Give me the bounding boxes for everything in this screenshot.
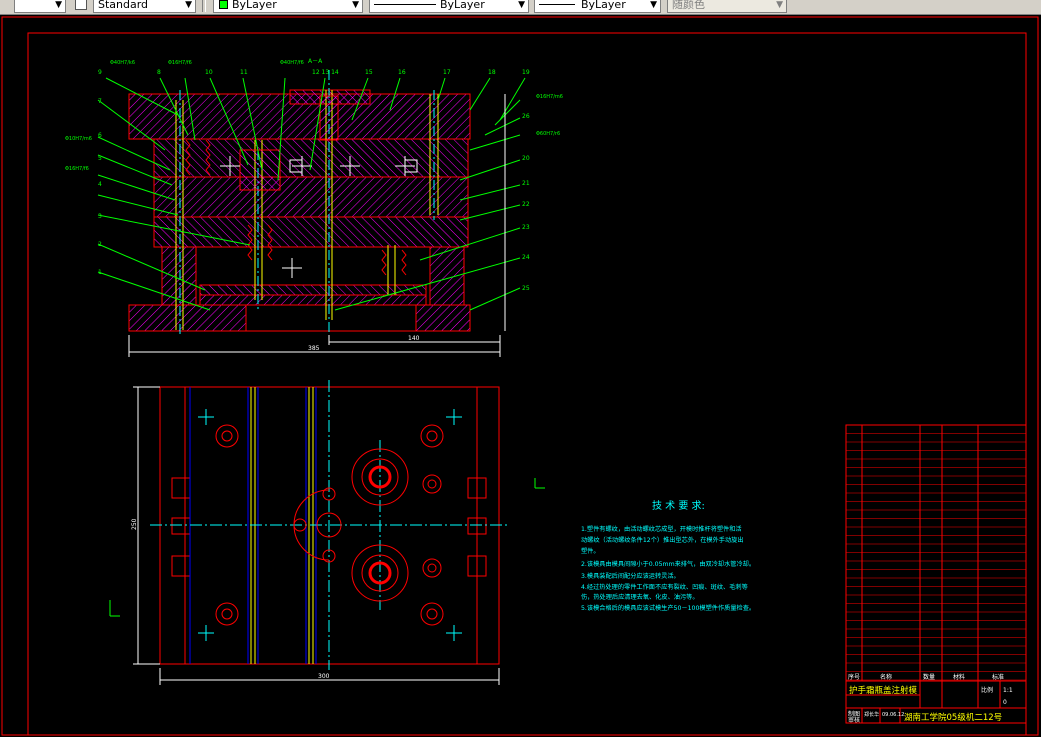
dim-half: 140 — [408, 335, 420, 342]
plotstyle-dropdown: 随颜色 ▼ — [667, 0, 787, 13]
date: 09.06.12 — [882, 712, 904, 718]
part-num: 4 — [98, 181, 102, 188]
spacer-block-right — [429, 246, 465, 306]
plan-view: 300 250 — [109, 380, 545, 685]
section-label: A－A — [308, 58, 323, 65]
part-num: 21 — [522, 180, 530, 187]
lineweight-dropdown[interactable]: ByLayer ▼ — [534, 0, 661, 13]
cavity-insert — [239, 149, 281, 191]
part-num: 17 — [443, 69, 451, 76]
part-num: 12 13 14 — [312, 69, 339, 76]
tech-item: 3.模具装配后间配分应该运转灵活。 — [581, 572, 680, 580]
col-qty: 数量 — [923, 673, 935, 681]
tech-item: 4.经过热处理的零件工作面不应有裂纹、凹痕、斑纹、毛刺等 — [581, 583, 748, 591]
part-num: 10 — [205, 69, 213, 76]
properties-toolbar: ▼ Standard ▼ ByLayer ▼ ByLayer ▼ ByLayer… — [0, 0, 1041, 15]
drawer: 郑长华 — [864, 711, 879, 718]
product-name: 护手霜瓶盖注射模 — [849, 685, 918, 696]
part-num: 8 — [157, 69, 161, 76]
text-style-value: Standard — [98, 0, 149, 11]
color-swatch — [219, 0, 228, 9]
bottom-clamp-opening — [245, 304, 417, 332]
school: 湖南工学院05级机二12号 — [904, 712, 1002, 723]
tech-title: 技 术 要 求: — [652, 499, 705, 512]
part-num: 11 — [240, 69, 248, 76]
part-num: 25 — [522, 285, 530, 292]
fit-label: Φ16H7/f6 — [168, 60, 192, 66]
text-style-icon[interactable] — [75, 0, 87, 10]
col-name: 名称 — [880, 673, 892, 681]
chevron-down-icon[interactable]: ▼ — [650, 0, 657, 12]
tech-item: 伤，热处理后应清理去氧、化皮、油污等。 — [581, 593, 699, 601]
tech-item: 1.塑件有螺纹，由活动螺纹芯成型，开模时推杆将塑件和活 — [581, 525, 742, 533]
fit-label: Φ40H7/k6 — [110, 60, 135, 66]
part-num: 23 — [522, 224, 530, 231]
moving-plate — [153, 176, 469, 218]
sprue-bushing — [319, 95, 339, 141]
parts-list: 序号 名称 数量 材料 标准 护手霜瓶盖注射模 比例 1:1 0 制图 审核 郑… — [845, 424, 1027, 724]
part-num: 5 — [98, 155, 102, 162]
fit-label: Φ16H7/f6 — [65, 166, 89, 172]
sheet-no: 0 — [1003, 699, 1007, 706]
tech-item: 2.该模具由模具间隙小于0.05mm来排气，由双冷却水管冷却。 — [581, 560, 755, 568]
chevron-down-icon[interactable]: ▼ — [185, 0, 192, 12]
part-num: 22 — [522, 201, 530, 208]
separator — [202, 0, 206, 12]
text-style-dropdown[interactable]: Standard ▼ — [93, 0, 196, 13]
part-num: 3 — [98, 213, 102, 220]
color-dropdown[interactable]: ByLayer ▼ — [213, 0, 363, 13]
part-num: 18 — [488, 69, 496, 76]
tech-item: 动螺纹（活动螺纹条件12个）推出型芯外，在模外手动旋出 — [581, 536, 744, 544]
spacer-block-left — [161, 246, 197, 306]
part-num: 2 — [98, 241, 102, 248]
fixed-plate — [153, 138, 469, 178]
chevron-down-icon[interactable]: ▼ — [55, 0, 62, 12]
part-num: 15 — [365, 69, 373, 76]
drawing-canvas[interactable]: 9 8 10 11 12 13 14 15 16 17 18 19 7 6 5 … — [0, 15, 1041, 737]
plotstyle-value: 随颜色 — [672, 0, 705, 11]
section-view: 9 8 10 11 12 13 14 15 16 17 18 19 7 6 5 … — [65, 58, 563, 357]
fit-label: Φ10H7/m6 — [65, 136, 92, 142]
technical-requirements: 技 术 要 求: 1.塑件有螺纹，由活动螺纹芯成型，开模时推杆将塑件和活 动螺纹… — [581, 499, 755, 612]
part-num: 1 — [98, 269, 102, 276]
dim-left: 250 — [131, 518, 138, 530]
linetype-preview — [374, 4, 436, 5]
lineweight-value: ByLayer — [581, 0, 626, 11]
scale-value: 1:1 — [1003, 687, 1013, 694]
tech-item: 5.该模合格后的模具应该试模生产50－100模塑件作质量检查。 — [581, 604, 755, 612]
dimstyle-dropdown[interactable]: ▼ — [14, 0, 66, 13]
part-num: 20 — [522, 155, 530, 162]
part-num: 6 — [98, 132, 102, 139]
scale-label: 比例 — [981, 686, 993, 694]
fit-label: Φ40H7/f6 — [280, 60, 304, 66]
part-num: 19 — [522, 69, 530, 76]
dim-total: 385 — [308, 345, 320, 352]
part-num: 9 — [98, 69, 102, 76]
dim-bottom: 300 — [318, 673, 330, 680]
fit-label: Φ60H7/r6 — [536, 131, 560, 137]
fit-label: Φ16H7/m6 — [536, 94, 563, 100]
support-plate — [153, 216, 469, 248]
check-label: 审核 — [848, 716, 860, 724]
linetype-value: ByLayer — [440, 0, 485, 11]
chevron-down-icon: ▼ — [776, 0, 783, 10]
part-num: 7 — [98, 98, 102, 105]
col-seq: 序号 — [848, 673, 860, 681]
ejector-plate — [199, 294, 427, 306]
tech-item: 塑件。 — [581, 547, 600, 555]
chevron-down-icon[interactable]: ▼ — [352, 0, 359, 12]
linetype-dropdown[interactable]: ByLayer ▼ — [369, 0, 529, 13]
chevron-down-icon[interactable]: ▼ — [518, 0, 525, 12]
part-num: 26 — [522, 113, 530, 120]
col-material: 材料 — [953, 673, 965, 681]
col-standard: 标准 — [992, 673, 1004, 681]
part-num: 24 — [522, 254, 530, 261]
lineweight-preview — [539, 4, 575, 5]
part-num: 16 — [398, 69, 406, 76]
color-value: ByLayer — [232, 0, 277, 11]
